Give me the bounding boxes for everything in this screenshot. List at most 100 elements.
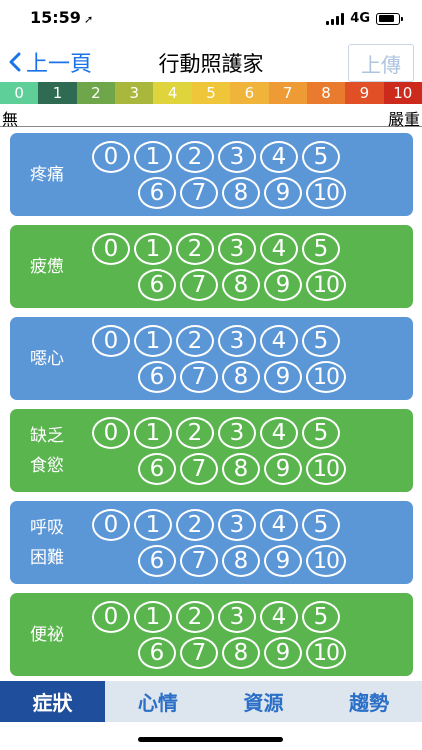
rating-option-9[interactable]: 9 (264, 269, 302, 301)
rating-option-2[interactable]: 2 (176, 233, 214, 265)
rating-option-0[interactable]: 0 (92, 141, 130, 173)
rating-option-8[interactable]: 8 (222, 545, 260, 577)
rating-option-0[interactable]: 0 (92, 417, 130, 449)
rating-option-4[interactable]: 4 (260, 325, 298, 357)
rating-option-9[interactable]: 9 (264, 361, 302, 393)
rating-option-8[interactable]: 8 (222, 177, 260, 209)
rating-option-3[interactable]: 3 (218, 325, 256, 357)
rating-option-10[interactable]: 10 (306, 361, 346, 393)
rating-option-5[interactable]: 5 (302, 141, 340, 173)
scale-level-9: 9 (345, 82, 384, 104)
symptom-card: 噁心 0 1 2 3 4 5 6 7 8 9 10 (10, 317, 413, 400)
rating-option-2[interactable]: 2 (176, 509, 214, 541)
rating-option-2[interactable]: 2 (176, 417, 214, 449)
location-arrow-icon: ➚ (83, 13, 94, 26)
rating-option-7[interactable]: 7 (180, 361, 218, 393)
scale-level-3: 3 (115, 82, 154, 104)
rating-option-2[interactable]: 2 (176, 325, 214, 357)
rating-option-9[interactable]: 9 (264, 177, 302, 209)
rating-option-6[interactable]: 6 (138, 177, 176, 209)
rating-option-7[interactable]: 7 (180, 177, 218, 209)
rating-option-3[interactable]: 3 (218, 141, 256, 173)
rating-option-0[interactable]: 0 (92, 509, 130, 541)
scale-level-6: 6 (230, 82, 269, 104)
rating-option-1[interactable]: 1 (134, 601, 172, 633)
symptom-card: 呼吸 困難 0 1 2 3 4 5 6 7 8 9 10 (10, 501, 413, 584)
status-time: 15:59 ➚ (30, 8, 93, 27)
rating-option-0[interactable]: 0 (92, 325, 130, 357)
rating-option-1[interactable]: 1 (134, 325, 172, 357)
rating-row: 012345 (92, 417, 340, 449)
rating-option-6[interactable]: 6 (138, 453, 176, 485)
rating-option-9[interactable]: 9 (264, 545, 302, 577)
symptom-label: 疼痛 (30, 133, 90, 216)
rating-option-6[interactable]: 6 (138, 545, 176, 577)
rating-option-5[interactable]: 5 (302, 325, 340, 357)
rating-option-1[interactable]: 1 (134, 417, 172, 449)
symptom-label: 疲憊 (30, 225, 90, 308)
rating-option-5[interactable]: 5 (302, 417, 340, 449)
rating-option-1[interactable]: 1 (134, 141, 172, 173)
battery-icon (376, 12, 403, 25)
symptom-label: 缺乏 食慾 (30, 409, 90, 492)
rating-option-10[interactable]: 10 (306, 269, 346, 301)
rating-option-8[interactable]: 8 (222, 269, 260, 301)
rating-row: 012345 (92, 233, 340, 265)
severity-scale: 0 1 2 3 4 5 6 7 8 9 10 (0, 82, 422, 104)
tab-trends[interactable]: 趨勢 (316, 681, 422, 722)
rating-option-7[interactable]: 7 (180, 453, 218, 485)
rating-option-7[interactable]: 7 (180, 545, 218, 577)
rating-option-4[interactable]: 4 (260, 141, 298, 173)
rating-option-8[interactable]: 8 (222, 637, 260, 669)
symptom-label-line: 疼痛 (30, 164, 64, 185)
rating-option-2[interactable]: 2 (176, 601, 214, 633)
back-button[interactable]: 上一頁 (8, 46, 92, 78)
rating-option-3[interactable]: 3 (218, 417, 256, 449)
rating-option-7[interactable]: 7 (180, 269, 218, 301)
rating-option-1[interactable]: 1 (134, 233, 172, 265)
rating-option-3[interactable]: 3 (218, 509, 256, 541)
navigation-bar: 上一頁 行動照護家 上傳 (0, 42, 422, 82)
tab-symptoms[interactable]: 症狀 (0, 681, 105, 722)
rating-row: 012345 (92, 325, 340, 357)
rating-option-10[interactable]: 10 (306, 545, 346, 577)
rating-option-6[interactable]: 6 (138, 269, 176, 301)
rating-option-1[interactable]: 1 (134, 509, 172, 541)
rating-option-10[interactable]: 10 (306, 177, 346, 209)
rating-option-5[interactable]: 5 (302, 509, 340, 541)
rating-option-0[interactable]: 0 (92, 233, 130, 265)
rating-option-0[interactable]: 0 (92, 601, 130, 633)
rating-option-4[interactable]: 4 (260, 233, 298, 265)
rating-option-6[interactable]: 6 (138, 637, 176, 669)
scale-level-1: 1 (38, 82, 77, 104)
rating-option-10[interactable]: 10 (306, 453, 346, 485)
home-indicator (138, 737, 283, 742)
rating-option-5[interactable]: 5 (302, 601, 340, 633)
clock-text: 15:59 (30, 8, 81, 27)
rating-option-2[interactable]: 2 (176, 141, 214, 173)
rating-option-6[interactable]: 6 (138, 361, 176, 393)
rating-row: 012345 (92, 141, 340, 173)
rating-row: 6 7 8 9 10 (138, 361, 346, 393)
status-bar: 15:59 ➚ 4G (0, 0, 422, 40)
scale-level-5: 5 (191, 82, 231, 104)
rating-option-5[interactable]: 5 (302, 233, 340, 265)
rating-option-9[interactable]: 9 (264, 637, 302, 669)
rating-option-8[interactable]: 8 (222, 453, 260, 485)
rating-option-3[interactable]: 3 (218, 233, 256, 265)
rating-option-3[interactable]: 3 (218, 601, 256, 633)
rating-option-4[interactable]: 4 (260, 509, 298, 541)
rating-option-9[interactable]: 9 (264, 453, 302, 485)
rating-row: 012345 (92, 601, 340, 633)
rating-row: 6 7 8 9 10 (138, 177, 346, 209)
tab-mood[interactable]: 心情 (105, 681, 211, 722)
rating-option-4[interactable]: 4 (260, 417, 298, 449)
rating-option-8[interactable]: 8 (222, 361, 260, 393)
rating-option-7[interactable]: 7 (180, 637, 218, 669)
upload-button[interactable]: 上傳 (348, 44, 414, 82)
status-indicators: 4G (326, 11, 403, 26)
symptom-label: 噁心 (30, 317, 90, 400)
rating-option-4[interactable]: 4 (260, 601, 298, 633)
rating-option-10[interactable]: 10 (306, 637, 346, 669)
tab-resources[interactable]: 資源 (211, 681, 317, 722)
